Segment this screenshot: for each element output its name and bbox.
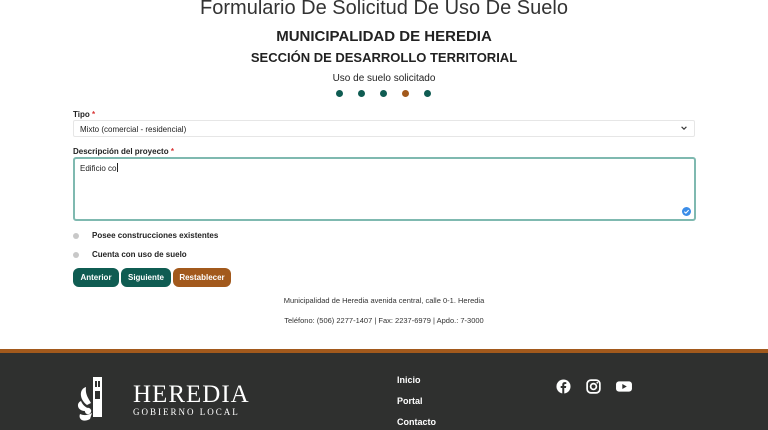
heredia-logo-icon [77, 377, 102, 421]
step-dot-4-active [402, 90, 409, 97]
tipo-label: Tipo * [73, 110, 96, 119]
tipo-selected-value: Mixto (comercial - residencial) [80, 125, 187, 134]
descripcion-textarea[interactable]: Edificio co [73, 157, 696, 221]
step-dot-5 [424, 90, 431, 97]
reset-button[interactable]: Restablecer [173, 268, 231, 287]
instagram-icon[interactable] [586, 379, 601, 394]
footer-link-inicio[interactable]: Inicio [397, 375, 421, 385]
brand-subtitle: GOBIERNO LOCAL [133, 407, 240, 417]
descripcion-value: Edificio co [80, 164, 117, 173]
footer-link-portal[interactable]: Portal [397, 396, 423, 406]
section-name: SECCIÓN DE DESARROLLO TERRITORIAL [250, 50, 518, 65]
descripcion-label: Descripción del proyecto * [73, 147, 174, 156]
step-dot-2 [358, 90, 365, 97]
brand-name: HEREDIA [133, 381, 250, 408]
radio-indicator[interactable] [73, 232, 79, 239]
option-uso-suelo[interactable]: Cuenta con uso de suelo [73, 250, 187, 259]
footer-link-contacto[interactable]: Contacto [397, 417, 436, 427]
tipo-select[interactable]: Mixto (comercial - residencial) [73, 120, 695, 137]
required-mark: * [170, 147, 174, 156]
chevron-down-icon [681, 126, 687, 130]
contact-address: Municipalidad de Heredia avenida central… [283, 296, 485, 305]
youtube-icon[interactable] [615, 379, 633, 394]
option-construcciones[interactable]: Posee construcciones existentes [73, 231, 218, 240]
step-indicator [336, 90, 431, 97]
step-dot-1 [336, 90, 343, 97]
radio-indicator[interactable] [73, 251, 79, 258]
text-caret [117, 163, 119, 172]
facebook-icon[interactable] [556, 379, 571, 394]
contact-phones: Teléfono: (506) 2277-1407 | Fax: 2237-69… [284, 316, 484, 325]
step-dot-3 [380, 90, 387, 97]
next-button[interactable]: Siguiente [121, 268, 171, 287]
required-mark: * [91, 110, 96, 119]
organization-name: MUNICIPALIDAD DE HEREDIA [276, 28, 492, 45]
site-footer: HEREDIA GOBIERNO LOCAL Inicio Portal Con… [0, 349, 768, 430]
step-label: Uso de suelo solicitado [332, 73, 436, 84]
page-title: Formulario De Solicitud De Uso De Suelo [200, 0, 568, 19]
previous-button[interactable]: Anterior [73, 268, 119, 287]
grammar-check-icon[interactable] [682, 207, 691, 216]
